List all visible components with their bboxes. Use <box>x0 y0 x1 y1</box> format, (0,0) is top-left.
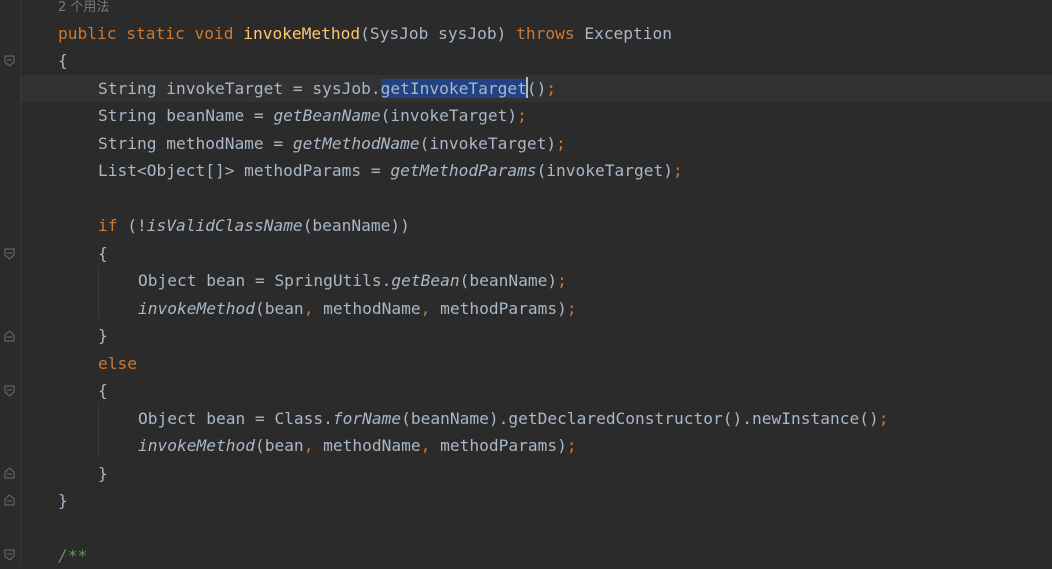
semicolon: ; <box>878 409 889 428</box>
keyword: else <box>98 354 137 373</box>
usage-hint[interactable]: 2 个用法 <box>58 0 109 21</box>
code-text: Exception <box>574 24 673 43</box>
code-text: (beanName)) <box>302 216 410 235</box>
comma: , <box>420 299 431 318</box>
code-text: methodName <box>313 299 421 318</box>
code-line-13[interactable]: else <box>98 350 137 377</box>
method-call: forName <box>332 409 402 428</box>
indent-guide <box>98 267 99 319</box>
code-line-14[interactable]: { <box>98 377 108 404</box>
semicolon: ; <box>566 436 577 455</box>
code-line-12[interactable]: } <box>98 322 108 349</box>
selected-text: getInvokeTarget <box>380 79 527 98</box>
code-editor[interactable]: 2 个用法 public static void invokeMethod(Sy… <box>0 0 1052 565</box>
method-call: getMethodName <box>292 134 420 153</box>
code-text: (beanName).getDeclaredConstructor().newI… <box>401 409 879 428</box>
semicolon: ; <box>673 161 683 180</box>
keyword: public <box>58 24 117 43</box>
code-text: () <box>526 79 547 98</box>
fold-close-icon[interactable] <box>4 330 15 342</box>
code-line-1[interactable]: public static void invokeMethod(SysJob s… <box>58 20 672 47</box>
fold-open-icon[interactable] <box>4 549 15 561</box>
code-line-4[interactable]: String beanName = getBeanName(invokeTarg… <box>98 102 527 129</box>
method-call: getMethodParams <box>390 161 537 180</box>
code-line-5[interactable]: String methodName = getMethodName(invoke… <box>98 130 566 157</box>
code-text: (SysJob sysJob) <box>360 24 517 43</box>
code-text: (bean <box>254 436 304 455</box>
fold-close-icon[interactable] <box>4 467 15 479</box>
code-line-3[interactable]: String invokeTarget = sysJob.getInvokeTa… <box>98 75 556 102</box>
semicolon: ; <box>557 271 567 290</box>
code-text: String beanName = <box>98 106 274 125</box>
code-text: } <box>98 464 108 483</box>
keyword: void <box>194 24 234 43</box>
indent-guide <box>98 404 99 456</box>
code-text: } <box>58 491 68 510</box>
code-line-15[interactable]: Object bean = Class.forName(beanName).ge… <box>138 405 888 432</box>
code-line-6[interactable]: List<Object[]> methodParams = getMethodP… <box>98 157 683 184</box>
code-text: List<Object[]> methodParams = <box>98 161 391 180</box>
code-text: (bean <box>254 299 304 318</box>
method-call: isValidClassName <box>146 216 303 235</box>
keyword: static <box>126 24 185 43</box>
code-text: { <box>98 244 108 263</box>
method-call: getBeanName <box>273 106 381 125</box>
gutter-separator <box>20 0 21 565</box>
doc-comment: /** <box>58 546 88 565</box>
fold-open-icon[interactable] <box>4 55 15 67</box>
code-text: methodParams) <box>430 299 567 318</box>
code-text: (invokeTarget) <box>419 134 557 153</box>
comma: , <box>303 299 314 318</box>
code-line-16[interactable]: invokeMethod(bean, methodName, methodPar… <box>138 432 577 459</box>
code-text: (beanName) <box>459 271 558 290</box>
fold-open-icon[interactable] <box>4 248 15 260</box>
code-text: String invokeTarget = sysJob. <box>98 79 381 98</box>
method-call: getBean <box>391 271 460 290</box>
method-call: invokeMethod <box>138 436 255 455</box>
semicolon: ; <box>566 299 577 318</box>
keyword: if <box>98 216 118 235</box>
semicolon: ; <box>517 106 527 125</box>
code-text: methodName <box>313 436 421 455</box>
code-line-18[interactable]: } <box>58 487 68 514</box>
code-text: Object bean = SpringUtils. <box>138 271 392 290</box>
fold-close-icon[interactable] <box>4 494 15 506</box>
comma: , <box>303 436 314 455</box>
code-line-8[interactable]: if (!isValidClassName(beanName)) <box>98 212 410 239</box>
code-line-10[interactable]: Object bean = SpringUtils.getBean(beanNa… <box>138 267 567 294</box>
code-text: (invokeTarget) <box>536 161 674 180</box>
keyword: throws <box>516 24 575 43</box>
editor-gutter[interactable] <box>0 0 20 565</box>
code-text: { <box>58 51 68 70</box>
semicolon: ; <box>546 79 557 98</box>
code-text: } <box>98 326 108 345</box>
code-text: Object bean = Class. <box>138 409 333 428</box>
semicolon: ; <box>556 134 566 153</box>
comma: , <box>420 436 431 455</box>
code-line-17[interactable]: } <box>98 460 108 487</box>
code-text: (! <box>117 216 147 235</box>
code-line-2[interactable]: { <box>58 47 68 74</box>
code-text: String methodName = <box>98 134 293 153</box>
method-name: invokeMethod <box>243 24 361 43</box>
code-line-9[interactable]: { <box>98 240 108 267</box>
fold-open-icon[interactable] <box>4 385 15 397</box>
code-text: (invokeTarget) <box>380 106 518 125</box>
code-line-11[interactable]: invokeMethod(bean, methodName, methodPar… <box>138 295 577 322</box>
method-call: invokeMethod <box>138 299 255 318</box>
code-text: methodParams) <box>430 436 567 455</box>
code-text: { <box>98 381 108 400</box>
